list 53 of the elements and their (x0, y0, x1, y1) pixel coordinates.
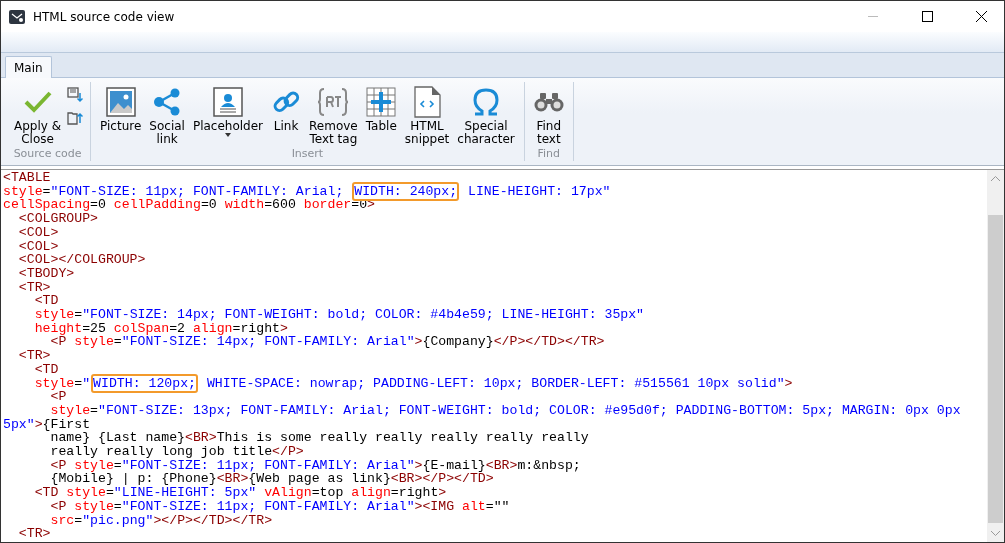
table-button[interactable]: Table (362, 82, 400, 147)
code-line: <P style="FONT-SIZE: 11px; FONT-FAMILY: Arial"><IMG alt="" (49, 499, 511, 514)
code-line: style="FONT-SIZE: 11px; FONT-FAMILY: Arial; WIDTH: 240px; LINE-HEIGHT: 17px" (3, 184, 612, 199)
code-line: <COLGROUP> (17, 212, 99, 226)
code-line: <TR> (17, 280, 52, 295)
code-line: really really long job title</P> (49, 445, 305, 459)
code-line: height=25 colSpan=2 align=right> (33, 321, 289, 336)
maximize-icon[interactable] (921, 11, 933, 22)
code-line: style=" WIDTH: 120px; WHITE-SPACE: nowrap; PADDING-LEFT: 10px; BORDER-LEFT: #515561 10px solid"> (33, 376, 794, 391)
code-line: <TABLE (3, 171, 52, 185)
special-character-button[interactable]: Special character (454, 82, 518, 147)
close-icon[interactable] (975, 11, 987, 22)
ribbon-tab[interactable]: Main (5, 56, 52, 78)
html-snippet-button[interactable]: HTML snippet (401, 82, 453, 147)
window-title: HTML source code view (33, 9, 176, 24)
picture-icon (105, 87, 136, 117)
code-line: <TR> (17, 527, 52, 541)
code-line: <TBODY> (17, 266, 76, 281)
scroll-thumb[interactable] (988, 215, 1003, 523)
find-text-button[interactable]: Find text (530, 82, 567, 147)
app-icon (9, 9, 25, 24)
remove-text-tag-button[interactable]: Remove Text tag (306, 82, 361, 147)
binoculars-icon (533, 91, 564, 113)
link-button[interactable]: Link (268, 82, 305, 147)
code-line: <TR> (17, 349, 52, 363)
code-line: 5px">{First (3, 417, 92, 432)
checkmark-icon (23, 90, 52, 114)
braces-icon (317, 87, 350, 117)
code-line: name} {Last name}<BR>This is some really really really really really (49, 431, 590, 446)
apply-close-button[interactable]: Apply & Close (11, 82, 65, 147)
code-line: src="pic.png"></P></TD></TR> (50, 513, 274, 528)
picture-button[interactable]: Picture (97, 82, 145, 147)
placeholder-button[interactable]: Placeholder (189, 82, 267, 147)
group-label: Find (536, 147, 562, 161)
code-line: <P (50, 390, 67, 404)
scrollbar[interactable] (987, 170, 1004, 542)
code-line: <COL></COLGROUP> (17, 253, 147, 267)
code-line: style="FONT-SIZE: 13px; FONT-FAMILY: Arial; FONT-WEIGHT: bold; COLOR: #e95d0f; PADDING-BOTTOM: 5px; MARGIN: 0px 0px (49, 403, 962, 418)
code-line: <COL> (17, 225, 60, 240)
person-card-icon (213, 87, 243, 117)
code-line: <P style="FONT-SIZE: 14px; FONT-FAMILY: Arial">{Company}</P></TD></TR> (50, 335, 606, 350)
code-line: <TD (33, 294, 60, 309)
code-line: <P style="FONT-SIZE: 11px; FONT-FAMILY: Arial">{E-mail}<BR>m:&nbsp; (49, 458, 582, 473)
code-line: {Mobile} | p: {Phone}<BR>{Web page as link}<BR></P></TD> (49, 472, 495, 487)
code-line: style="FONT-SIZE: 14px; FONT-WEIGHT: bold; COLOR: #4b4e59; LINE-HEIGHT: 35px" (33, 308, 646, 322)
code-line: <TD (33, 362, 60, 377)
group-label: Insert (290, 147, 325, 161)
social-link-button[interactable]: Social link (146, 82, 188, 147)
table-icon (366, 87, 397, 117)
group-label: Source code (12, 147, 83, 161)
code-file-icon (413, 86, 442, 118)
code-line: <COL> (17, 239, 60, 254)
code-line: <TD style="LINE-HEIGHT: 5px" vAlign=top align=right> (33, 486, 448, 500)
